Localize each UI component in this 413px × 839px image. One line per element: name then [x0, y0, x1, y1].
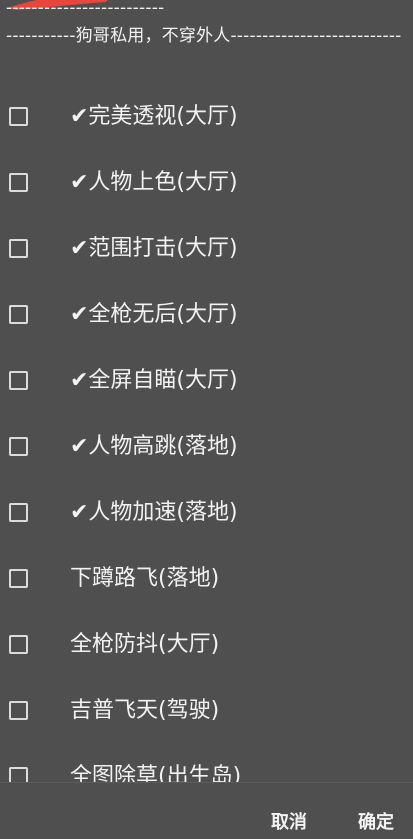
list-item[interactable]: ✔人物上色(大厅) — [0, 152, 413, 218]
option-label: ✔人物加速(落地) — [70, 500, 238, 525]
cancel-button[interactable]: 取消 — [271, 812, 307, 834]
checkbox[interactable] — [9, 635, 28, 654]
multi-choice-dialog: ------------------------- -----------狗哥私… — [0, 0, 413, 839]
option-label: 全枪防抖(大厅) — [70, 632, 220, 657]
list-item[interactable]: ✔全枪无后(大厅) — [0, 284, 413, 350]
ok-button[interactable]: 确定 — [358, 812, 394, 834]
checkbox[interactable] — [9, 437, 28, 456]
option-label: ✔人物上色(大厅) — [70, 170, 238, 195]
option-label: 下蹲路飞(落地) — [70, 566, 220, 591]
list-item[interactable]: ✔人物高跳(落地) — [0, 416, 413, 482]
option-label: ✔全屏自瞄(大厅) — [70, 368, 238, 393]
list-item[interactable]: ✔人物加速(落地) — [0, 482, 413, 548]
list-item[interactable]: 下蹲路飞(落地) — [0, 548, 413, 614]
option-label: 全图除草(出生岛) — [70, 764, 242, 782]
dialog-footer: 取消 确定 — [0, 782, 413, 839]
list-item[interactable]: ✔全屏自瞄(大厅) — [0, 350, 413, 416]
option-list[interactable]: ✔完美透视(大厅) ✔人物上色(大厅) ✔范围打击(大厅) ✔全枪无后(大厅) … — [0, 86, 413, 782]
checkbox[interactable] — [9, 701, 28, 720]
list-item[interactable]: ✔完美透视(大厅) — [0, 86, 413, 152]
list-item[interactable]: 全图除草(出生岛) — [0, 746, 413, 782]
list-item[interactable]: ✔范围打击(大厅) — [0, 218, 413, 284]
option-label: ✔范围打击(大厅) — [70, 236, 238, 261]
option-label: 吉普飞天(驾驶) — [70, 698, 220, 723]
checkbox[interactable] — [9, 569, 28, 588]
checkbox[interactable] — [9, 107, 28, 126]
checkbox[interactable] — [9, 305, 28, 324]
option-label: ✔全枪无后(大厅) — [70, 302, 238, 327]
checkbox[interactable] — [9, 767, 28, 782]
list-item[interactable]: 吉普飞天(驾驶) — [0, 680, 413, 746]
checkbox[interactable] — [9, 173, 28, 192]
option-label: ✔完美透视(大厅) — [70, 104, 238, 129]
divider — [0, 782, 413, 783]
checkbox[interactable] — [9, 371, 28, 390]
checkbox[interactable] — [9, 503, 28, 522]
option-label: ✔人物高跳(落地) — [70, 434, 238, 459]
checkbox[interactable] — [9, 239, 28, 258]
list-item[interactable]: 全枪防抖(大厅) — [0, 614, 413, 680]
dialog-header: ------------------------- -----------狗哥私… — [0, 0, 413, 80]
dialog-title-text: ------------------------- -----------狗哥私… — [6, 0, 402, 46]
